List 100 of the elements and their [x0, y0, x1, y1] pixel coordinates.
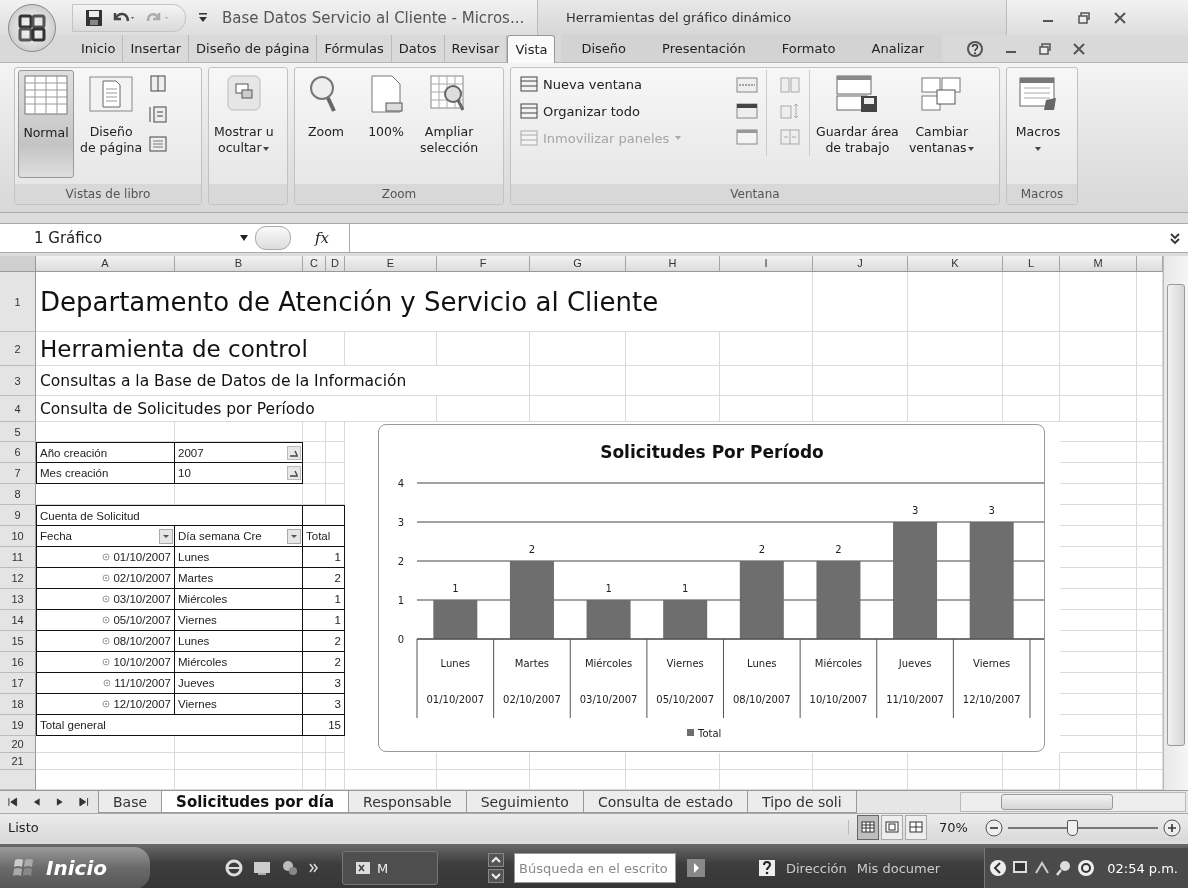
sheet-cell[interactable]: [908, 272, 1003, 332]
sheet-cell[interactable]: [1060, 736, 1137, 753]
column-header[interactable]: A: [36, 256, 175, 272]
zoom-slider-thumb[interactable]: [1066, 819, 1078, 836]
sheet-cell[interactable]: [1060, 272, 1137, 332]
start-button[interactable]: Inicio: [0, 847, 150, 888]
close-icon[interactable]: [1113, 10, 1127, 25]
ribbon-tab[interactable]: Insertar: [123, 35, 189, 62]
name-box[interactable]: 1 Gráfico: [34, 224, 255, 252]
row-header[interactable]: 21: [0, 753, 36, 770]
sheet-cell[interactable]: [530, 753, 626, 770]
save-icon[interactable]: [85, 8, 103, 27]
save-workspace-button[interactable]: Guardar área de trabajo: [814, 70, 901, 178]
sheet-cell[interactable]: [1060, 463, 1137, 484]
taskbar-button[interactable]: M: [342, 851, 438, 885]
zoom-in-icon[interactable]: [1161, 817, 1182, 838]
sheet-cell[interactable]: [1003, 753, 1060, 770]
sheet-cell[interactable]: [1060, 753, 1137, 770]
sheet-cell[interactable]: [1060, 505, 1137, 526]
sheet-cell[interactable]: [530, 396, 626, 422]
sheet-cell[interactable]: [1060, 484, 1137, 505]
sheet-cell[interactable]: [1060, 526, 1137, 547]
sheet-cell[interactable]: [1060, 610, 1137, 631]
expand-icon[interactable]: [102, 658, 111, 666]
ribbon-tab[interactable]: Inicio: [74, 35, 124, 62]
select-all-corner[interactable]: [0, 256, 36, 272]
sheet-tab[interactable]: Tipo de soli: [747, 791, 857, 813]
help-icon[interactable]: [966, 39, 984, 58]
row-header[interactable]: 3: [0, 366, 36, 396]
ribbon-tab[interactable]: Presentación: [644, 35, 764, 62]
view-mode-button[interactable]: [881, 815, 903, 840]
ribbon-tab[interactable]: Fórmulas: [317, 35, 392, 62]
row-header[interactable]: 5: [0, 422, 36, 442]
sheet-cell[interactable]: [437, 396, 530, 422]
toolbar-label[interactable]: Mis documer: [856, 860, 941, 876]
column-header[interactable]: C: [303, 256, 326, 272]
column-header[interactable]: K: [908, 256, 1003, 272]
toolbar-label[interactable]: Dirección: [786, 860, 847, 876]
sheet-cell[interactable]: [437, 332, 530, 366]
unhide-icon[interactable]: [736, 128, 758, 146]
ribbon-tab[interactable]: Formato: [763, 35, 854, 62]
circle-app-icon[interactable]: [1077, 859, 1096, 877]
column-header[interactable]: F: [437, 256, 530, 272]
row-header[interactable]: 7: [0, 463, 36, 484]
sheet-tab[interactable]: Responsable: [348, 791, 467, 813]
column-header[interactable]: J: [813, 256, 908, 272]
sheet-cell[interactable]: [175, 753, 303, 770]
column-header[interactable]: G: [530, 256, 626, 272]
sheet-cell[interactable]: [303, 753, 326, 770]
row-header[interactable]: 11: [0, 547, 36, 568]
sheet-cell[interactable]: [1060, 396, 1137, 422]
sheet-cell[interactable]: [326, 463, 345, 484]
sheet-tab[interactable]: Seguimiento: [465, 791, 584, 813]
page-layout-button[interactable]: Diseño de página: [78, 70, 145, 178]
sheet-cell[interactable]: [720, 753, 813, 770]
sheet-cell[interactable]: [720, 366, 813, 396]
sheet-cell[interactable]: [326, 753, 345, 770]
row-header[interactable]: 15: [0, 631, 36, 652]
sheet-cell[interactable]: [626, 396, 720, 422]
row-header[interactable]: [0, 770, 36, 790]
row-header[interactable]: 16: [0, 652, 36, 673]
sheet-cell[interactable]: [813, 272, 908, 332]
sheet-cell[interactable]: [1060, 547, 1137, 568]
row-header[interactable]: 6: [0, 442, 36, 463]
sheet-cell[interactable]: [1060, 366, 1137, 396]
sheet-cell[interactable]: [345, 332, 437, 366]
sheet-cell[interactable]: [1060, 568, 1137, 589]
window-command[interactable]: Nueva ventana: [520, 73, 716, 95]
sheet-cell[interactable]: [1060, 442, 1137, 463]
reset-position-icon[interactable]: [779, 128, 801, 146]
ribbon-tab[interactable]: Datos: [391, 35, 445, 62]
zoom-selection-button[interactable]: Ampliar selección: [418, 70, 481, 178]
sheet-cell[interactable]: [626, 753, 720, 770]
close-icon[interactable]: [1072, 41, 1086, 56]
restore-icon[interactable]: [1077, 10, 1091, 25]
sheet-cell[interactable]: [1060, 631, 1137, 652]
column-header[interactable]: E: [345, 256, 437, 272]
view-mode-button[interactable]: [857, 815, 879, 840]
chart-area[interactable]: [378, 424, 1045, 752]
filter-dropdown-icon[interactable]: [287, 466, 301, 480]
switch-windows-button[interactable]: Cambiar ventanas: [904, 70, 979, 178]
column-header[interactable]: B: [175, 256, 303, 272]
sheet-cell[interactable]: [720, 332, 813, 366]
sheet-cell[interactable]: [1003, 272, 1060, 332]
column-header[interactable]: D: [326, 256, 345, 272]
sheet-cell[interactable]: [626, 332, 720, 366]
sheet-cell[interactable]: [1060, 673, 1137, 694]
sheet-cell[interactable]: [908, 396, 1003, 422]
sheet-cell[interactable]: [1003, 366, 1060, 396]
expand-icon[interactable]: [103, 679, 112, 687]
sheet-cell[interactable]: [345, 753, 437, 770]
sheet-cell[interactable]: [720, 396, 813, 422]
media-icon[interactable]: [280, 858, 300, 878]
sheet-cell[interactable]: [326, 442, 345, 463]
row-header[interactable]: 17: [0, 673, 36, 694]
sheet-cell[interactable]: [908, 753, 1003, 770]
filter-dropdown-icon[interactable]: [287, 528, 301, 544]
split-icon[interactable]: [736, 76, 758, 94]
column-header[interactable]: I: [720, 256, 813, 272]
row-header[interactable]: 19: [0, 715, 36, 736]
